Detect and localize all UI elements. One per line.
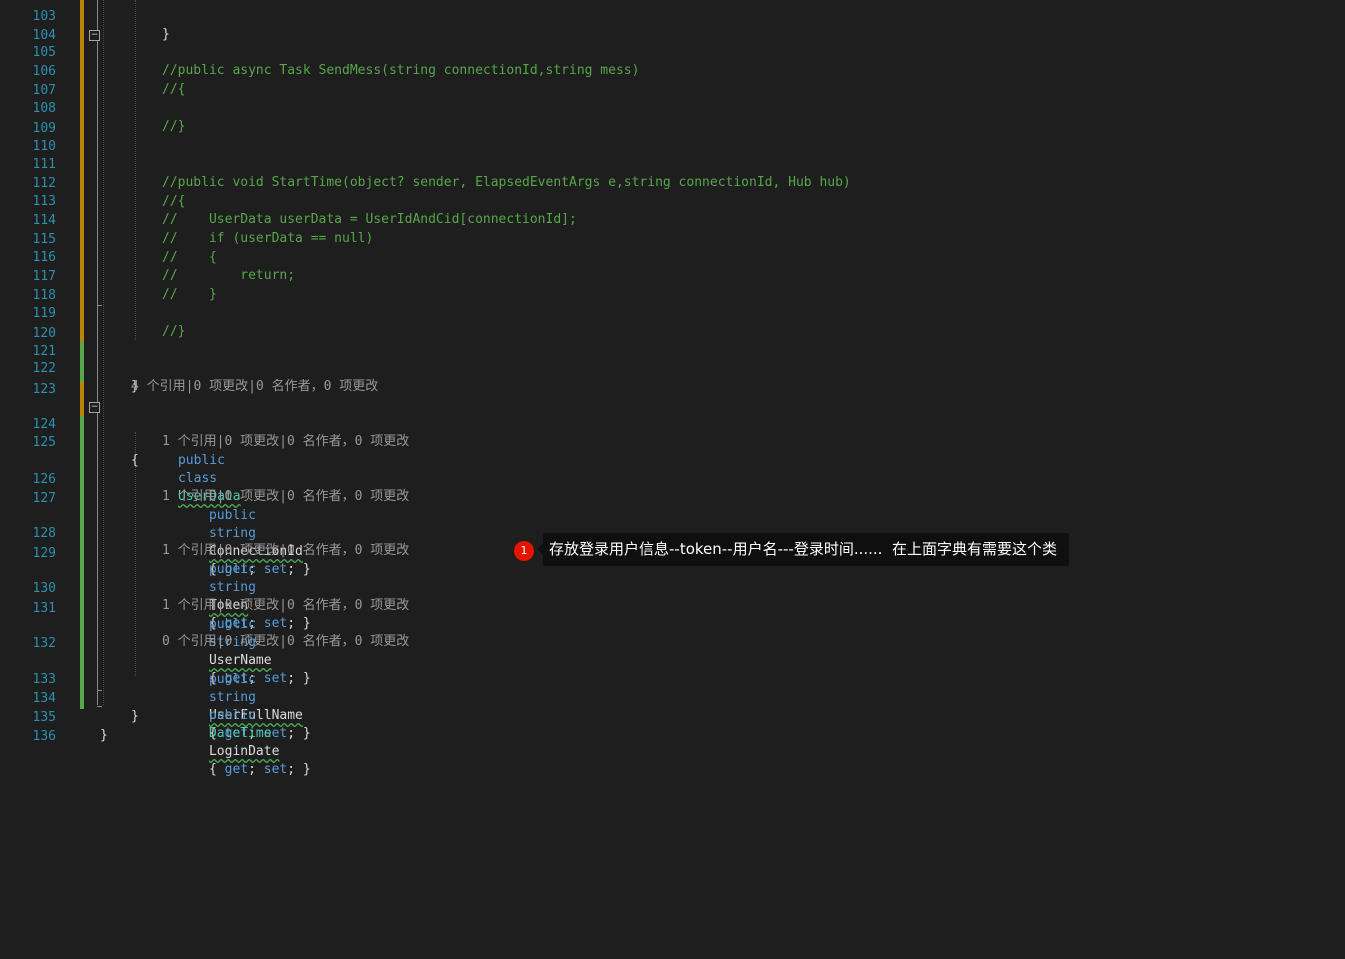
code-line[interactable]: 126 public string ConnectionId { get; se…	[0, 453, 1345, 577]
code-line[interactable]: 110	[0, 120, 1345, 154]
code-line[interactable]: 135 }	[0, 691, 1345, 743]
annotation-badge[interactable]: 1	[514, 541, 534, 561]
code-line[interactable]: 106 //{	[0, 45, 1345, 97]
code-line[interactable]: 116 // return;	[0, 231, 1345, 283]
line-number: 127	[32, 491, 56, 506]
property-name[interactable]: LoginDate	[209, 744, 279, 759]
annotation-tooltip: 存放登录用户信息--token--用户名---登录时间...... 在上面字典有…	[543, 533, 1069, 566]
code-line[interactable]: 117 // }	[0, 250, 1345, 302]
line-number: 129	[32, 546, 56, 561]
code-line[interactable]: 109	[0, 102, 1345, 136]
code-line[interactable]: 124 public class UserData	[0, 398, 1345, 504]
code-line[interactable]: 120	[0, 307, 1345, 341]
code-punctuation: ; }	[287, 762, 311, 777]
code-line[interactable]: 121	[0, 325, 1345, 359]
code-line[interactable]: 113 // UserData userData = UserIdAndCid[…	[0, 175, 1345, 227]
code-text: }	[100, 728, 108, 743]
code-line[interactable]: 104	[0, 9, 1345, 43]
code-line[interactable]: 114 // if (userData == null)	[0, 194, 1345, 246]
keyword: set	[263, 762, 288, 777]
line-number: 131	[32, 601, 56, 616]
codelens-references[interactable]: 1 个引用|0 项更改|0 名作者，0 项更改	[162, 488, 409, 506]
line-number: 125	[32, 435, 56, 450]
code-line[interactable]: 108 //}	[0, 82, 1345, 134]
code-line[interactable]: 115 // {	[0, 213, 1345, 265]
line-number: 132	[32, 636, 56, 651]
codelens-references[interactable]: 1 个引用|0 项更改|0 名作者，0 项更改	[162, 542, 409, 560]
code-line[interactable]: 133 public DateTime LoginDate { get; set…	[0, 653, 1345, 777]
codelens-references[interactable]: 1 个引用|0 项更改|0 名作者，0 项更改	[162, 597, 409, 615]
code-punctuation: ;	[248, 762, 264, 777]
code-line[interactable]: 118	[0, 269, 1345, 303]
code-line[interactable]: 122 }	[0, 342, 1345, 394]
codelens-references[interactable]: 4 个引用|0 项更改|0 名作者，0 项更改	[131, 378, 378, 396]
code-line[interactable]: 134 }	[0, 672, 1345, 724]
code-line[interactable]: 125 {	[0, 416, 1345, 468]
type-name: DateTime	[208, 726, 272, 741]
codelens-references[interactable]: 1 个引用|0 项更改|0 名作者，0 项更改	[162, 433, 409, 451]
code-line[interactable]: 119 //}	[0, 287, 1345, 339]
line-number: 123	[32, 382, 56, 397]
code-line[interactable]: 111 //public void StartTime(object? send…	[0, 138, 1345, 190]
code-line[interactable]: 107	[0, 64, 1345, 98]
code-editor[interactable]: − − 103 } 104 105 //public async Task Se…	[0, 0, 1345, 959]
code-line[interactable]: 105 //public async Task SendMess(string …	[0, 26, 1345, 78]
keyword: get	[224, 762, 249, 777]
code-line[interactable]: 103 }	[0, 0, 1345, 42]
fold-end-marker	[97, 305, 102, 306]
line-number: 136	[32, 729, 56, 744]
code-punctuation: {	[208, 762, 225, 777]
code-line[interactable]: 128 public string Token { get; set; }	[0, 507, 1345, 631]
code-line[interactable]: 136	[0, 710, 1345, 744]
codelens-references[interactable]: 0 个引用|0 项更改|0 名作者，0 项更改	[162, 633, 409, 651]
code-line[interactable]: 112 //{	[0, 157, 1345, 209]
